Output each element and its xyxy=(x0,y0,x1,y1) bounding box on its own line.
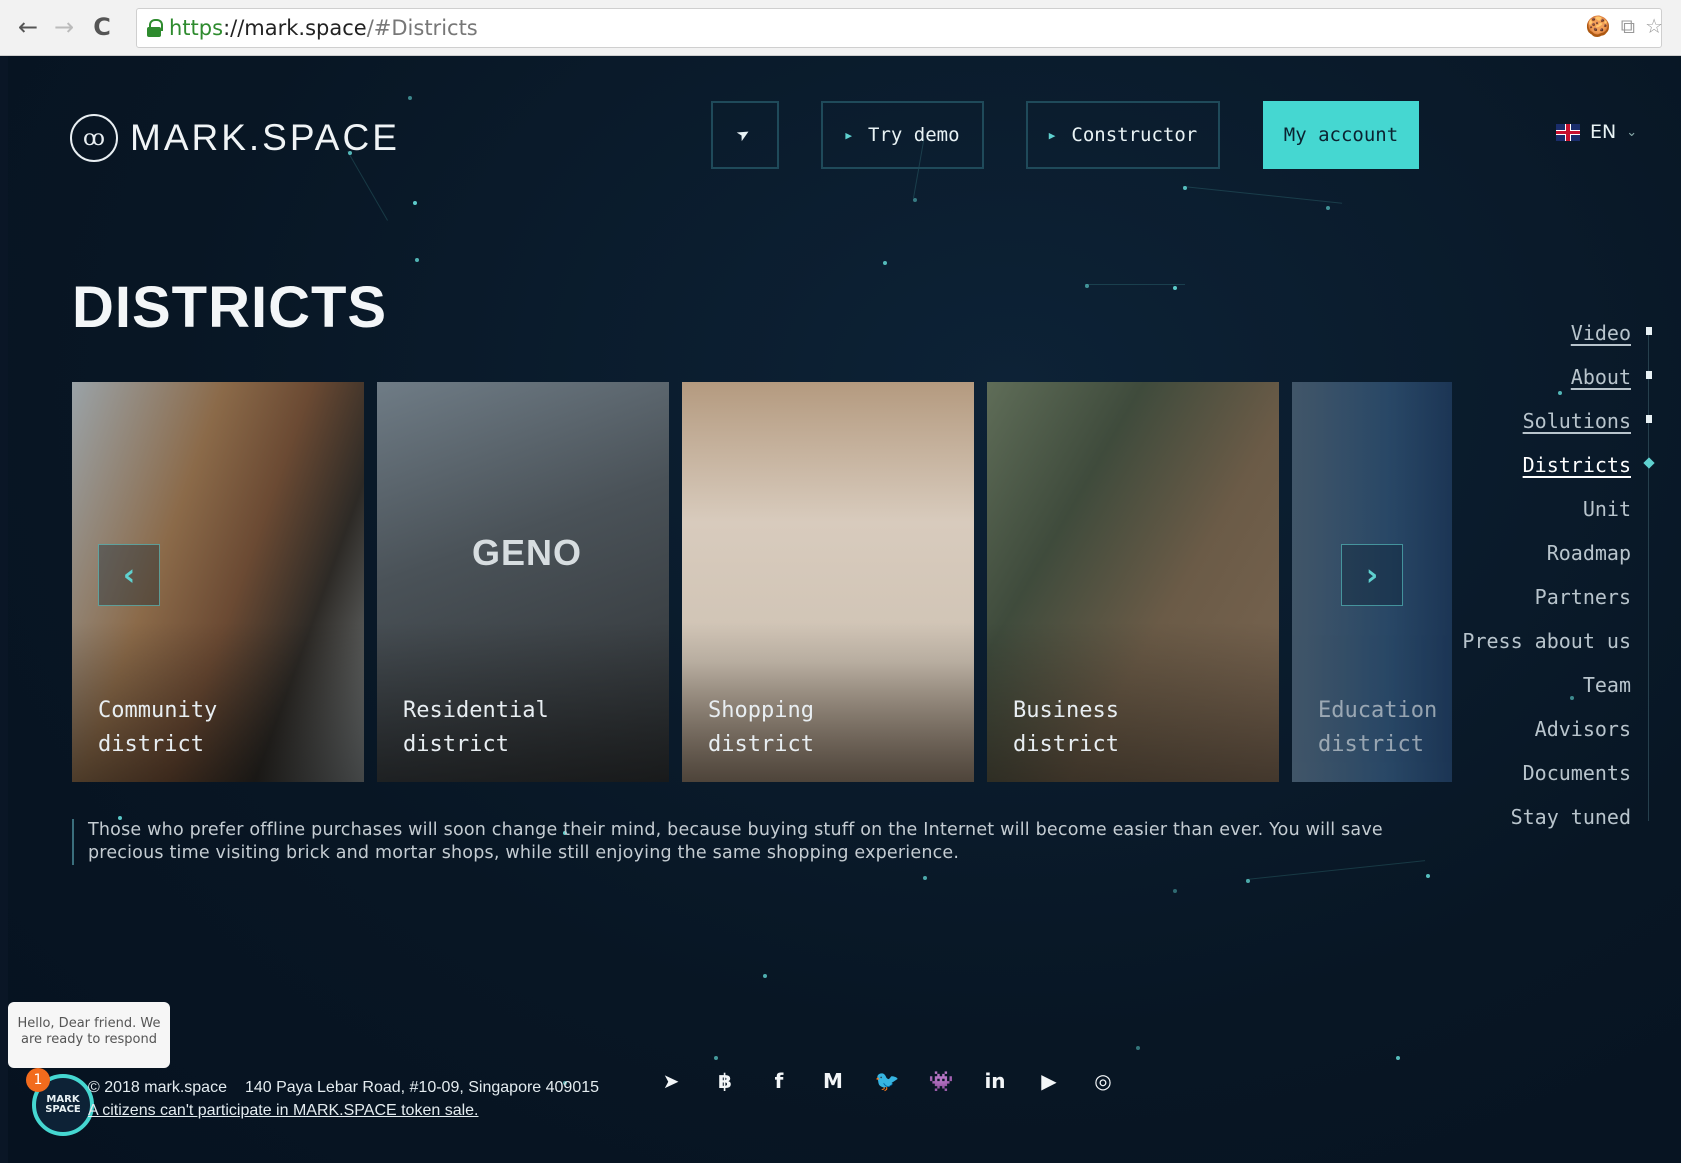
store-sign: GENO xyxy=(472,532,582,574)
nav-item-advisors[interactable]: Advisors xyxy=(1535,717,1631,741)
districts-slider: Community district GENO Residential dist… xyxy=(72,382,1461,782)
star-dot xyxy=(714,1056,718,1060)
constellation-line xyxy=(1085,284,1185,285)
extension-icons: 🍪 ⧉ ☆ xyxy=(1586,14,1663,38)
star-dot xyxy=(923,876,927,880)
copyright-text: 2018 mark.space xyxy=(104,1079,227,1096)
facebook-icon[interactable]: f xyxy=(764,1066,794,1096)
nav-dot-active xyxy=(1643,457,1654,468)
nav-item-roadmap[interactable]: Roadmap xyxy=(1547,541,1631,565)
district-description: Those who prefer offline purchases will … xyxy=(72,819,1461,865)
back-button[interactable]: ← xyxy=(14,12,42,42)
play-icon: ▶ xyxy=(845,129,852,142)
language-label: EN xyxy=(1590,121,1616,143)
reload-button[interactable]: C xyxy=(88,12,116,42)
translate-extension-icon[interactable]: ⧉ xyxy=(1621,14,1635,38)
star-dot xyxy=(913,198,917,202)
telegram-icon[interactable]: ➤ xyxy=(656,1066,686,1096)
bitcointalk-icon[interactable]: ฿ xyxy=(710,1066,740,1096)
youtube-icon[interactable]: ▶ xyxy=(1034,1066,1064,1096)
star-dot xyxy=(413,201,417,205)
telegram-icon: ➤ xyxy=(733,121,757,149)
nav-item-documents[interactable]: Documents xyxy=(1523,761,1631,785)
district-card-residential[interactable]: GENO Residential district xyxy=(377,382,669,782)
lock-icon xyxy=(147,19,161,37)
logo-icon: ꝏ xyxy=(70,114,118,162)
play-icon: ▶ xyxy=(1049,129,1056,142)
token-sale-notice-link[interactable]: A citizens can't participate in MARK.SPA… xyxy=(88,1102,479,1119)
chevron-down-icon: ⌄ xyxy=(1626,125,1637,140)
district-label: Residential district xyxy=(403,694,663,762)
forward-button[interactable]: → xyxy=(50,12,78,42)
linkedin-icon[interactable]: in xyxy=(980,1066,1010,1096)
logo-text: MARK.SPACE xyxy=(130,117,400,159)
try-demo-button[interactable]: ▶ Try demo xyxy=(821,101,984,169)
nav-item-partners[interactable]: Partners xyxy=(1535,585,1631,609)
bookmark-star-icon[interactable]: ☆ xyxy=(1645,14,1663,38)
nav-item-team[interactable]: Team xyxy=(1583,673,1631,697)
telegram-button[interactable]: ➤ xyxy=(711,101,779,169)
nav-dot xyxy=(1646,415,1652,423)
nav-item-districts[interactable]: Districts xyxy=(1523,453,1631,477)
uk-flag-icon xyxy=(1556,124,1580,141)
nav-item-video[interactable]: Video xyxy=(1571,321,1631,345)
my-account-button[interactable]: My account xyxy=(1263,101,1419,169)
reddit-icon[interactable]: 👾 xyxy=(926,1066,956,1096)
district-label: Business district xyxy=(1013,694,1273,762)
page-content: ꝏ MARK.SPACE ➤ ▶ Try demo ▶ Constructor … xyxy=(8,56,1681,1163)
footer-info: © 2018 mark.space 140 Paya Lebar Road, #1… xyxy=(88,1076,599,1122)
nav-item-solutions[interactable]: Solutions xyxy=(1523,409,1631,433)
star-dot xyxy=(1426,874,1430,878)
nav-item-unit[interactable]: Unit xyxy=(1583,497,1631,521)
star-dot xyxy=(1136,1046,1140,1050)
star-dot xyxy=(1326,206,1330,210)
address-bar[interactable]: https://mark.space/#Districts xyxy=(136,8,1662,48)
twitter-icon[interactable]: 🐦 xyxy=(872,1066,902,1096)
section-navigation: Video About Solutions Districts Unit Roa… xyxy=(1389,311,1649,831)
nav-rail xyxy=(1648,331,1649,821)
district-label: Community district xyxy=(98,694,358,762)
district-card-business[interactable]: Business district xyxy=(987,382,1279,782)
copyright: © xyxy=(88,1079,104,1096)
nav-item-about[interactable]: About xyxy=(1571,365,1631,389)
nav-item-stay-tuned[interactable]: Stay tuned xyxy=(1511,805,1631,829)
nav-dot xyxy=(1646,327,1652,335)
district-label: Shopping district xyxy=(708,694,968,762)
star-dot xyxy=(1173,889,1177,893)
star-dot xyxy=(1173,286,1177,290)
social-links: ➤ ฿ f M 🐦 👾 in ▶ ◎ xyxy=(656,1066,1118,1096)
constructor-button[interactable]: ▶ Constructor xyxy=(1026,101,1220,169)
district-card-shopping[interactable]: Shopping district xyxy=(682,382,974,782)
medium-icon[interactable]: M xyxy=(818,1066,848,1096)
browser-toolbar: ← → C https://mark.space/#Districts 🍪 ⧉ … xyxy=(0,0,1681,56)
chat-greeting-bubble[interactable]: Hello, Dear friend. We are ready to resp… xyxy=(8,1002,170,1068)
language-selector[interactable]: EN ⌄ xyxy=(1556,121,1637,143)
star-dot xyxy=(883,261,887,265)
slider-prev-button[interactable]: ‹ xyxy=(98,544,160,606)
try-demo-label: Try demo xyxy=(868,124,960,146)
url-scheme: https xyxy=(169,16,223,40)
star-dot xyxy=(415,258,419,262)
footer-address: 140 Paya Lebar Road, #10-09, Singapore 4… xyxy=(245,1079,599,1096)
url-host: ://mark.space xyxy=(223,16,367,40)
star-dot xyxy=(408,96,412,100)
page-title: DISTRICTS xyxy=(72,274,387,341)
site-logo[interactable]: ꝏ MARK.SPACE xyxy=(70,114,400,162)
star-dot xyxy=(763,974,767,978)
nav-item-press[interactable]: Press about us xyxy=(1462,629,1631,653)
url-path: /#Districts xyxy=(367,16,478,40)
nav-dot xyxy=(1646,371,1652,379)
chat-unread-badge: 1 xyxy=(26,1068,50,1092)
cookie-extension-icon[interactable]: 🍪 xyxy=(1586,14,1611,38)
constructor-label: Constructor xyxy=(1071,124,1197,146)
star-dot xyxy=(1396,1056,1400,1060)
instagram-icon[interactable]: ◎ xyxy=(1088,1066,1118,1096)
constellation-line xyxy=(1183,186,1342,204)
